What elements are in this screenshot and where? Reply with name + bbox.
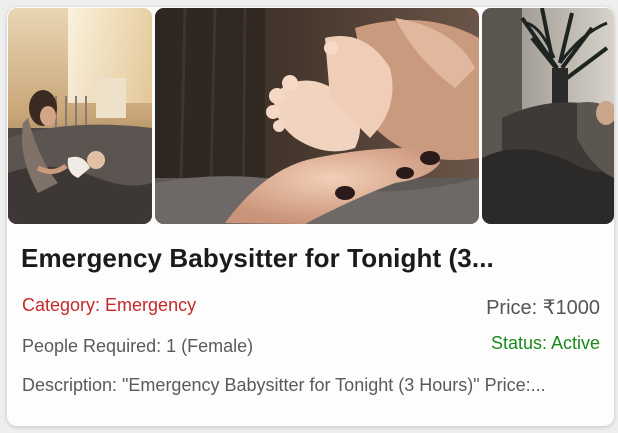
photo-gallery <box>8 8 614 224</box>
status-label: Status: Active <box>490 333 600 353</box>
baby-feet-photo[interactable] <box>155 8 479 224</box>
description-text: Description: "Emergency Babysitter for T… <box>22 375 546 395</box>
mother-with-baby-photo[interactable] <box>8 8 152 224</box>
mother-holding-baby-photo[interactable] <box>482 8 614 224</box>
price-label: Price: ₹1000 <box>486 297 600 319</box>
job-listing-card[interactable]: Emergency Babysitter for Tonight (3... C… <box>7 7 614 426</box>
category-label: Category: Emergency <box>22 295 197 315</box>
people-required-label: People Required: 1 (Female) <box>22 336 254 356</box>
listing-title[interactable]: Emergency Babysitter for Tonight (3... <box>21 243 601 274</box>
